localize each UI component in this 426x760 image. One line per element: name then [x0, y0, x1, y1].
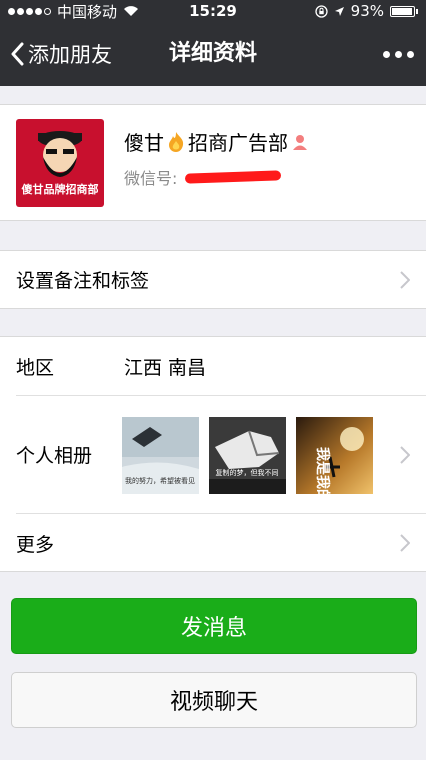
back-label: 添加朋友 [28, 43, 112, 67]
signal-icon [8, 7, 51, 15]
wechat-id-label: 微信号: [124, 169, 178, 188]
profile-name-part1: 傻甘 [124, 131, 164, 155]
album-photo-1-caption: 我的努力，希望被看见 [125, 476, 195, 485]
region-label: 地区 [16, 356, 55, 379]
more-label: 更多 [16, 533, 55, 556]
album-photo-3-caption: 我是我的梦 [314, 447, 331, 494]
location-icon [334, 6, 344, 16]
battery-icon [390, 5, 415, 17]
fire-icon [169, 131, 184, 152]
female-gender-icon [293, 134, 307, 150]
wechat-id: 微信号: [124, 165, 282, 189]
avatar-caption: 傻甘品牌招商部 [21, 183, 99, 196]
profile-name: 傻甘 招商广告部 [124, 127, 309, 156]
album-photo-1[interactable]: 我的努力，希望被看见 [122, 417, 199, 494]
region-value: 江西 南昌 [124, 356, 207, 379]
album-label: 个人相册 [16, 445, 93, 467]
profile-name-part2: 招商广告部 [188, 131, 288, 155]
profile-card[interactable]: 傻甘品牌招商部 傻甘 招商广告部 微信号: [0, 104, 426, 221]
carrier-label: 中国移动 [57, 2, 118, 21]
status-time: 15:29 [189, 2, 237, 20]
info-section: 地区 江西 南昌 个人相册 我的努力，希望被看见 复制的梦，但我不同 我是我的梦… [0, 336, 426, 572]
chevron-right-icon [400, 445, 410, 464]
album-photo-3[interactable]: 我是我的梦 [296, 417, 373, 494]
chevron-right-icon [400, 534, 410, 552]
wifi-icon [124, 6, 139, 16]
nav-bar: 添加朋友 详细资料 [0, 22, 426, 86]
more-dots-icon [383, 50, 390, 58]
remark-label: 设置备注和标签 [16, 270, 150, 292]
album-photos: 我的努力，希望被看见 复制的梦，但我不同 我是我的梦 [122, 417, 373, 494]
album-photo-2-caption: 复制的梦，但我不同 [216, 468, 279, 477]
back-button[interactable]: 添加朋友 [10, 22, 112, 86]
redaction-mark [185, 170, 282, 184]
region-row: 地区 江西 南昌 [0, 337, 426, 395]
more-row[interactable]: 更多 [0, 514, 426, 572]
battery-percent: 93% [350, 2, 384, 20]
more-options-button[interactable] [383, 22, 414, 86]
chevron-right-icon [400, 270, 410, 289]
avatar[interactable]: 傻甘品牌招商部 [16, 119, 104, 207]
status-bar: 中国移动 15:29 93% [0, 0, 426, 22]
video-call-button[interactable]: 视频聊天 [11, 672, 417, 728]
chevron-left-icon [11, 42, 24, 66]
remark-section: 设置备注和标签 [0, 250, 426, 309]
rotation-lock-icon [315, 4, 328, 18]
send-message-button[interactable]: 发消息 [11, 598, 417, 654]
album-photo-2[interactable]: 复制的梦，但我不同 [209, 417, 286, 494]
remark-row[interactable]: 设置备注和标签 [0, 251, 426, 308]
